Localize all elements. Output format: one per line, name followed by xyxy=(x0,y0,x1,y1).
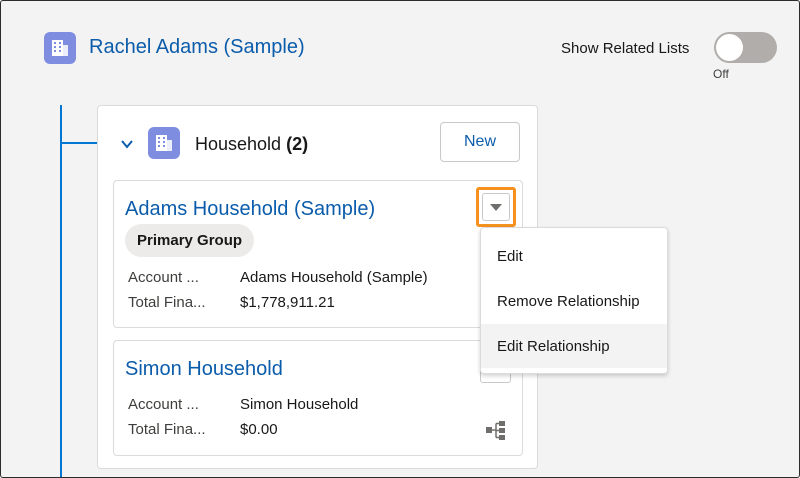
app-frame: Rachel Adams (Sample) Show Related Lists… xyxy=(0,0,800,478)
field-label-total: Total Fina... xyxy=(128,294,206,311)
primary-group-badge: Primary Group xyxy=(125,224,255,257)
menu-item-remove-relationship[interactable]: Remove Relationship xyxy=(481,279,667,323)
menu-item-edit[interactable]: Edit xyxy=(481,234,667,278)
household-title: Household xyxy=(195,134,282,154)
new-button[interactable]: New xyxy=(440,122,520,162)
show-related-lists-toggle[interactable] xyxy=(714,32,777,63)
building-icon xyxy=(44,32,76,64)
actions-dropdown: Edit Remove Relationship Edit Relationsh… xyxy=(480,227,668,374)
household-count: (2) xyxy=(286,134,309,154)
toggle-state-text: Off xyxy=(713,67,729,81)
card-menu-button[interactable] xyxy=(476,187,516,227)
field-value-account: Simon Household xyxy=(240,396,359,413)
tree-connector-horizontal xyxy=(60,142,97,144)
hierarchy-icon[interactable] xyxy=(485,419,507,441)
caret-down-icon xyxy=(490,204,502,211)
field-label-account: Account ... xyxy=(128,269,199,286)
field-value-total: $1,778,911.21 xyxy=(240,294,335,311)
building-icon xyxy=(148,127,180,159)
card-title-link[interactable]: Adams Household (Sample) xyxy=(125,198,375,221)
chevron-down-icon[interactable] xyxy=(119,136,135,152)
toggle-knob xyxy=(716,34,743,61)
field-value-total: $0.00 xyxy=(240,421,278,438)
field-label-total: Total Fina... xyxy=(128,421,206,438)
tree-connector-vertical xyxy=(60,105,62,477)
toggle-label: Show Related Lists xyxy=(561,40,690,57)
record-title[interactable]: Rachel Adams (Sample) xyxy=(89,36,305,59)
menu-button-inner xyxy=(482,193,510,221)
field-label-account: Account ... xyxy=(128,396,199,413)
menu-item-edit-relationship[interactable]: Edit Relationship xyxy=(481,324,667,368)
field-value-account: Adams Household (Sample) xyxy=(240,269,428,286)
household-heading: Household (2) xyxy=(195,134,308,155)
card-title-link[interactable]: Simon Household xyxy=(125,358,283,381)
